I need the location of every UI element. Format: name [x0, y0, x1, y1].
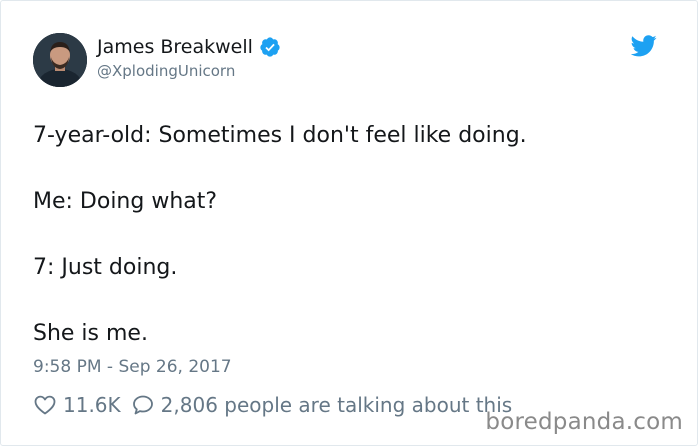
tweet-header: James Breakwell @XplodingUnicorn [33, 33, 657, 89]
tweet-text: 7-year-old: Sometimes I don't feel like … [33, 119, 653, 350]
like-count[interactable]: 11.6K [63, 393, 121, 417]
talking-about-count[interactable]: 2,806 people are talking about this [161, 393, 513, 417]
engagement-bar: 11.6K 2,806 people are talking about thi… [33, 393, 512, 417]
tweet-line: 7: Just doing. [33, 255, 178, 280]
tweet-card: James Breakwell @XplodingUnicorn 7-year-… [0, 0, 698, 446]
avatar[interactable] [33, 33, 87, 87]
twitter-bird-icon[interactable] [630, 35, 657, 57]
verified-badge-icon [259, 36, 281, 58]
display-name-row: James Breakwell [97, 34, 281, 60]
avatar-image [33, 33, 87, 87]
author-names: James Breakwell @XplodingUnicorn [97, 34, 281, 80]
tweet-line: She is me. [33, 321, 148, 346]
display-name[interactable]: James Breakwell [97, 36, 253, 58]
watermark: boredpanda.com [485, 409, 683, 435]
tweet-line: 7-year-old: Sometimes I don't feel like … [33, 123, 527, 148]
reply-bubble-icon[interactable] [131, 393, 155, 417]
heart-icon[interactable] [33, 393, 57, 417]
tweet-timestamp[interactable]: 9:58 PM - Sep 26, 2017 [33, 357, 232, 377]
author-handle[interactable]: @XplodingUnicorn [97, 62, 281, 80]
tweet-line: Me: Doing what? [33, 189, 218, 214]
